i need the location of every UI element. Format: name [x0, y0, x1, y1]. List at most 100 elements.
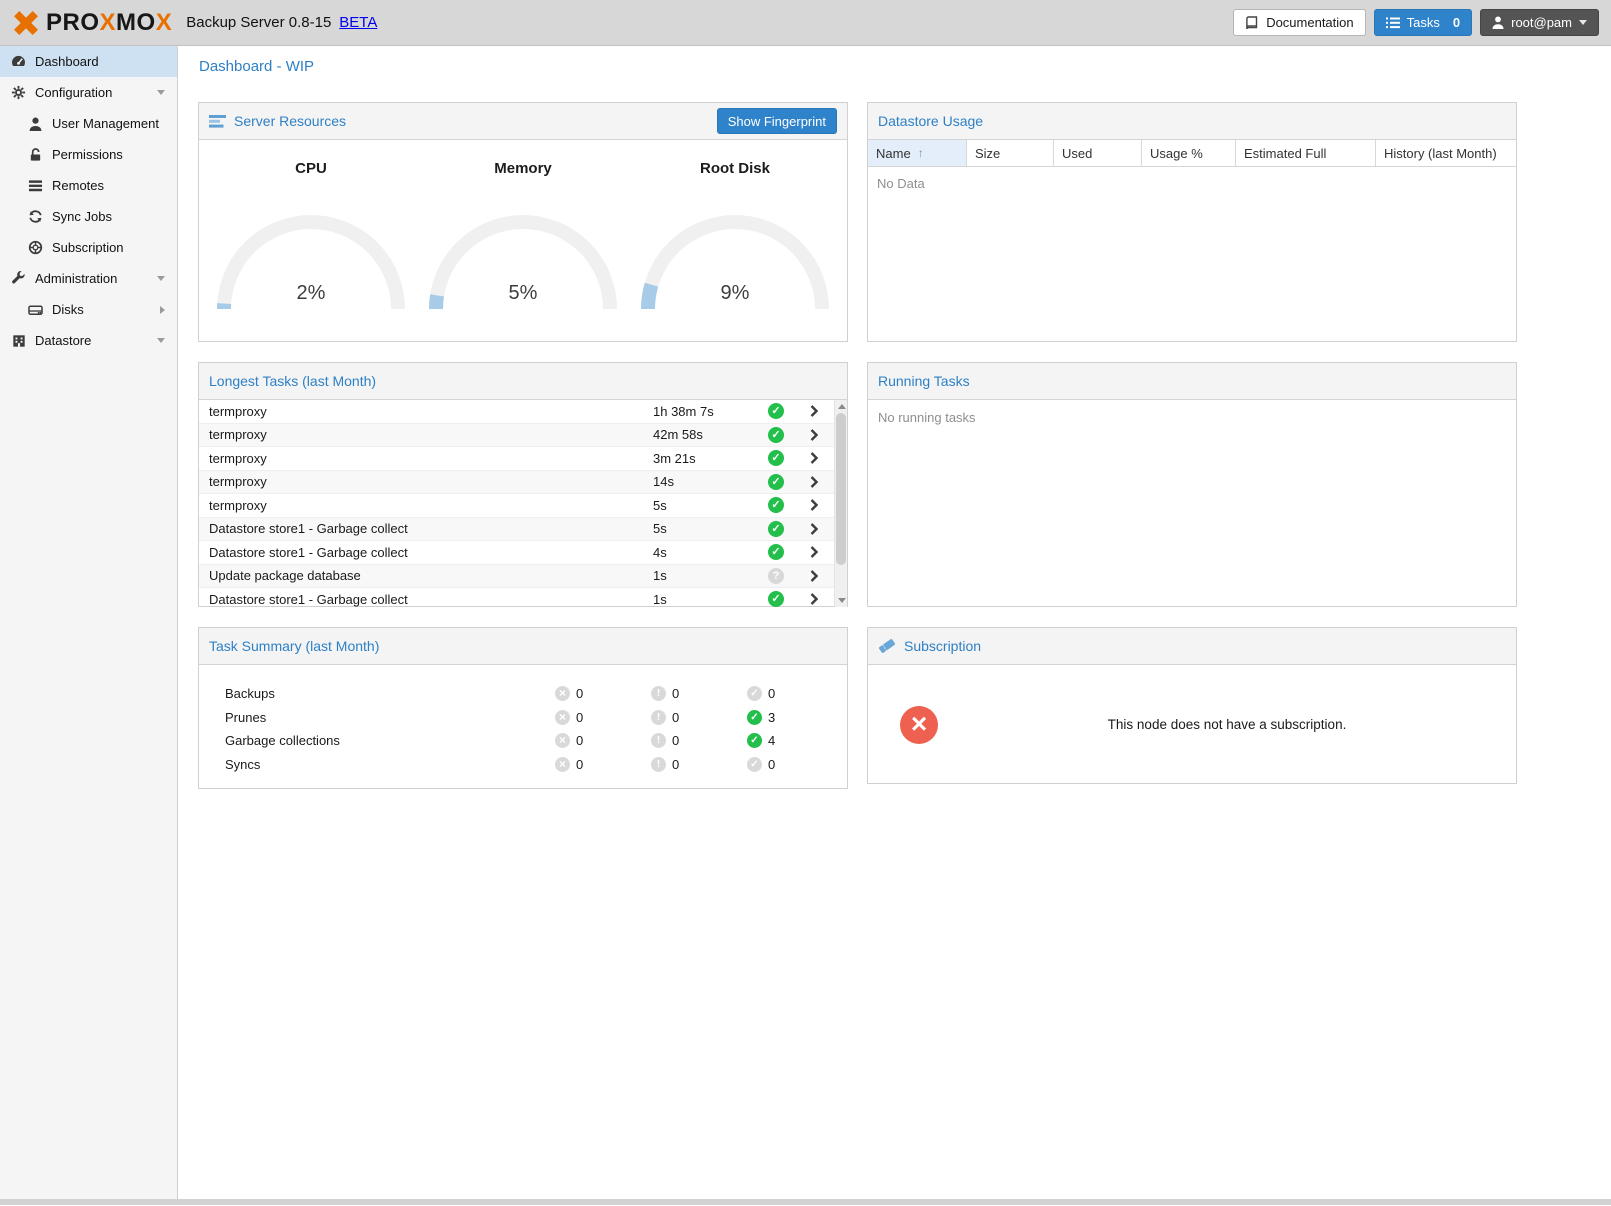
root-disk-gauge: Root Disk 9% — [635, 160, 835, 341]
sidebar-item-administration[interactable]: Administration — [0, 263, 177, 294]
task-summary-header: Task Summary (last Month) — [199, 628, 847, 665]
caret-down-icon — [157, 90, 165, 95]
product-version: Backup Server 0.8-15 — [186, 14, 331, 31]
main-area: Dashboard - WIP Server Resources Show Fi… — [178, 46, 1611, 1199]
sidebar-item-label: Sync Jobs — [52, 209, 112, 224]
column-header-estimated-full[interactable]: Estimated Full — [1236, 140, 1376, 166]
ticket-icon — [878, 638, 896, 654]
ok-status-icon — [768, 497, 784, 513]
error-count-icon — [555, 733, 570, 748]
gauge-label: Root Disk — [635, 160, 835, 177]
task-row[interactable]: Update package database 1s — [199, 565, 834, 589]
server-resources-header: Server Resources Show Fingerprint — [199, 103, 847, 140]
ok-count-icon — [747, 686, 762, 701]
sidebar-item-dashboard[interactable]: Dashboard — [0, 46, 177, 77]
summary-row: Backups 0 0 0 — [225, 682, 847, 706]
panel-title: Task Summary (last Month) — [209, 638, 379, 654]
user-menu-label: root@pam — [1511, 15, 1572, 30]
gauge-value: 5% — [423, 282, 623, 305]
documentation-button[interactable]: Documentation — [1233, 9, 1365, 36]
chevron-right-icon[interactable] — [794, 405, 834, 417]
caret-right-icon — [160, 306, 165, 314]
sidebar-item-label: User Management — [52, 116, 159, 131]
sidebar-item-configuration[interactable]: Configuration — [0, 77, 177, 108]
column-header-size[interactable]: Size — [967, 140, 1054, 166]
subscription-message: This node does not have a subscription. — [938, 717, 1516, 732]
wrench-icon — [10, 271, 27, 286]
sidebar-item-disks[interactable]: Disks — [0, 294, 177, 325]
gauges-row: CPU 2% Memory 5% — [199, 140, 847, 341]
user-icon — [1492, 16, 1504, 29]
subscription-header: Subscription — [868, 628, 1516, 665]
user-menu-button[interactable]: root@pam — [1480, 9, 1599, 36]
sidebar-item-label: Subscription — [52, 240, 124, 255]
datastore-table-header: Name ↑ Size Used Usage % Estimated Full … — [868, 140, 1516, 167]
summary-row: Garbage collections 0 0 4 — [225, 729, 847, 753]
column-header-usage-pct[interactable]: Usage % — [1142, 140, 1236, 166]
datastore-usage-panel: Datastore Usage Name ↑ Size Used Usage %… — [867, 102, 1517, 342]
unlock-icon — [27, 147, 44, 162]
warning-count-icon — [651, 733, 666, 748]
ok-status-icon — [768, 403, 784, 419]
beta-link[interactable]: BETA — [339, 14, 377, 31]
chevron-right-icon[interactable] — [794, 523, 834, 535]
column-header-history[interactable]: History (last Month) — [1376, 140, 1516, 166]
bottom-strip — [0, 1199, 1611, 1205]
sidebar-item-label: Administration — [35, 271, 117, 286]
chevron-right-icon[interactable] — [794, 476, 834, 488]
panel-title: Datastore Usage — [878, 113, 983, 129]
chevron-right-icon[interactable] — [794, 499, 834, 511]
scroll-down-icon[interactable] — [838, 598, 846, 603]
gauge-label: CPU — [211, 160, 411, 177]
vertical-scrollbar[interactable] — [834, 400, 847, 607]
chevron-right-icon[interactable] — [794, 429, 834, 441]
sidebar-item-subscription[interactable]: Subscription — [0, 232, 177, 263]
top-bar: PROXMOX Backup Server 0.8-15 BETA Docume… — [0, 0, 1611, 46]
task-row[interactable]: termproxy 3m 21s — [199, 447, 834, 471]
no-running-tasks-text: No running tasks — [868, 400, 1516, 435]
task-row[interactable]: Datastore store1 - Garbage collect 5s — [199, 518, 834, 542]
gauge-label: Memory — [423, 160, 623, 177]
sidebar-item-user-management[interactable]: User Management — [0, 108, 177, 139]
sidebar-item-datastore[interactable]: Datastore — [0, 325, 177, 356]
sidebar-item-remotes[interactable]: Remotes — [0, 170, 177, 201]
task-row[interactable]: termproxy 14s — [199, 471, 834, 495]
warning-count-icon — [651, 757, 666, 772]
column-header-used[interactable]: Used — [1054, 140, 1142, 166]
caret-down-icon — [157, 276, 165, 281]
scrollbar-thumb[interactable] — [836, 413, 846, 565]
tasks-label: Tasks — [1407, 15, 1440, 30]
server-resources-icon — [209, 115, 226, 128]
error-count-icon — [555, 757, 570, 772]
tasks-button[interactable]: Tasks 0 — [1374, 9, 1472, 36]
memory-gauge: Memory 5% — [423, 160, 623, 341]
unknown-status-icon — [768, 568, 784, 584]
column-header-name[interactable]: Name ↑ — [868, 140, 967, 166]
chevron-right-icon[interactable] — [794, 452, 834, 464]
chevron-right-icon[interactable] — [794, 593, 834, 605]
scroll-up-icon[interactable] — [838, 404, 846, 409]
task-row[interactable]: Datastore store1 - Garbage collect 4s — [199, 541, 834, 565]
task-row[interactable]: termproxy 42m 58s — [199, 424, 834, 448]
running-tasks-panel: Running Tasks No running tasks — [867, 362, 1517, 607]
task-list-icon — [1386, 17, 1400, 29]
warning-count-icon — [651, 710, 666, 725]
sidebar-item-sync-jobs[interactable]: Sync Jobs — [0, 201, 177, 232]
no-data-text: No Data — [868, 167, 1516, 200]
error-count-icon — [555, 710, 570, 725]
sidebar-item-label: Permissions — [52, 147, 123, 162]
no-subscription-icon — [900, 706, 938, 744]
hdd-icon — [27, 303, 44, 317]
longest-tasks-header: Longest Tasks (last Month) — [199, 363, 847, 400]
sidebar-item-permissions[interactable]: Permissions — [0, 139, 177, 170]
datastore-icon — [10, 334, 27, 348]
chevron-right-icon[interactable] — [794, 546, 834, 558]
show-fingerprint-button[interactable]: Show Fingerprint — [717, 108, 837, 134]
chevron-right-icon[interactable] — [794, 570, 834, 582]
server-resources-panel: Server Resources Show Fingerprint CPU 2%… — [198, 102, 848, 342]
task-row[interactable]: Datastore store1 - Garbage collect 1s — [199, 588, 834, 607]
sort-asc-icon: ↑ — [918, 146, 924, 160]
dashboard-content: Server Resources Show Fingerprint CPU 2%… — [178, 86, 1611, 789]
task-row[interactable]: termproxy 1h 38m 7s — [199, 400, 834, 424]
task-row[interactable]: termproxy 5s — [199, 494, 834, 518]
